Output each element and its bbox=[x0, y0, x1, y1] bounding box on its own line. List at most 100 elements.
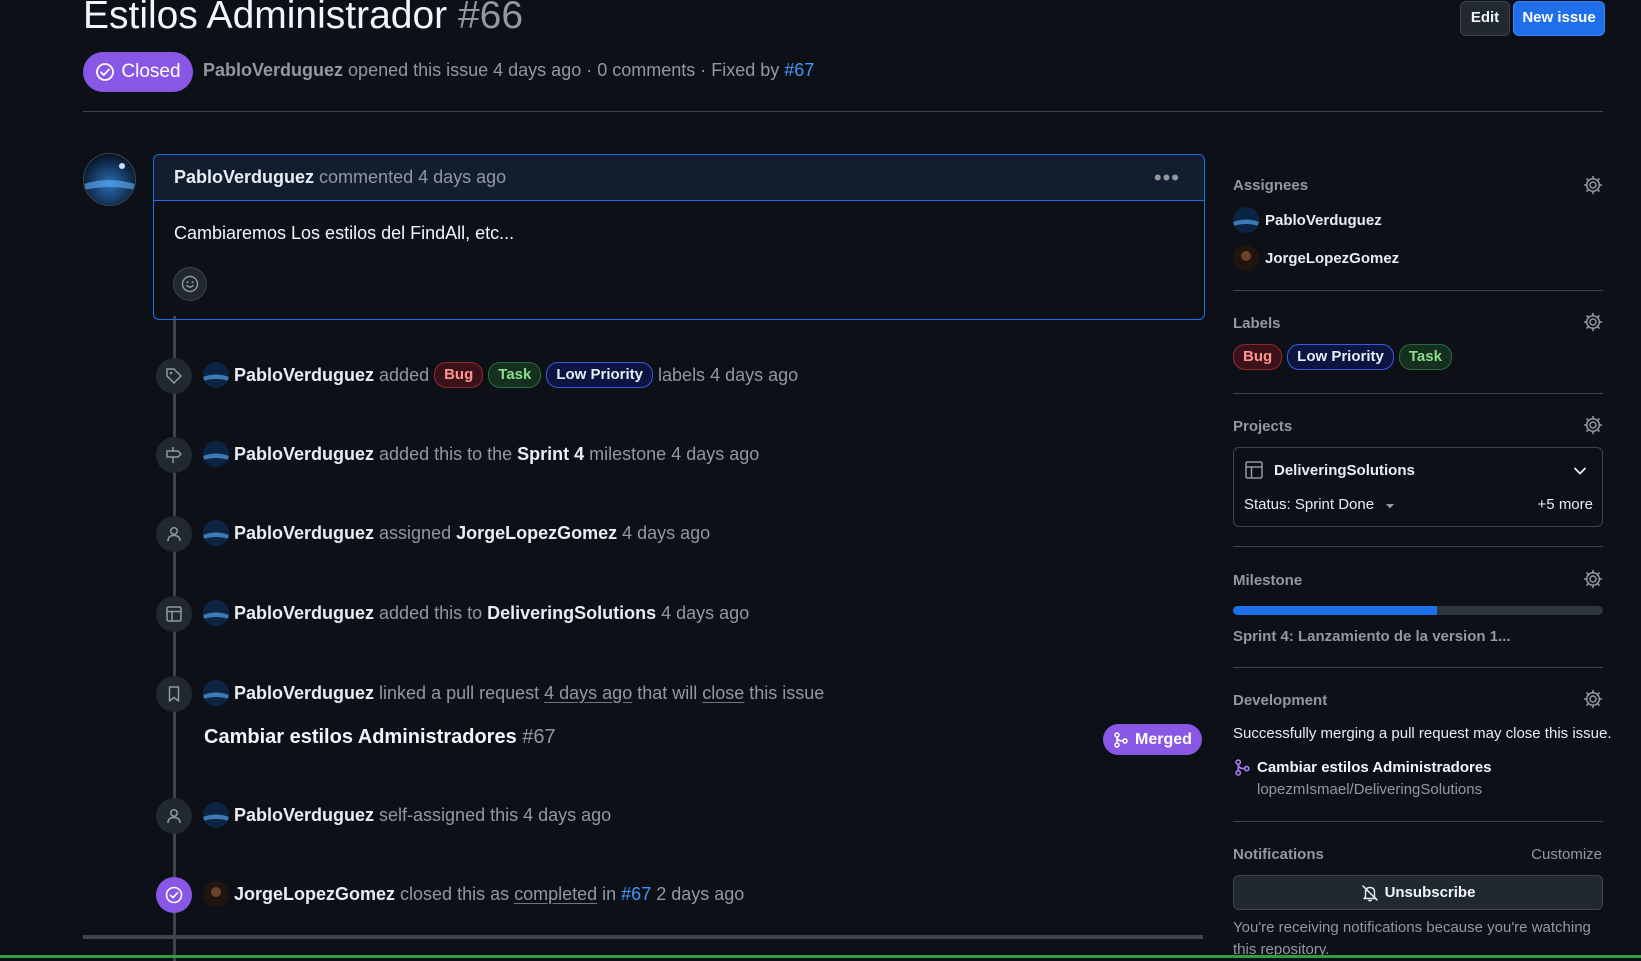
project-link[interactable]: DeliveringSolutions bbox=[487, 603, 656, 624]
avatar bbox=[1233, 245, 1259, 271]
avatar bbox=[1233, 207, 1259, 233]
sidebar-assignee[interactable]: PabloVerduguez bbox=[1233, 207, 1382, 233]
triangle-down-icon[interactable] bbox=[1384, 500, 1396, 512]
event-author-link[interactable]: JorgeLopezGomez bbox=[234, 884, 395, 905]
event-tail: 4 days ago bbox=[622, 522, 711, 543]
milestone-progress-bar bbox=[1233, 606, 1603, 615]
label-bug[interactable]: Bug bbox=[1233, 344, 1283, 370]
gear-icon[interactable] bbox=[1583, 569, 1603, 589]
label-task[interactable]: Task bbox=[1398, 344, 1452, 370]
avatar[interactable] bbox=[203, 441, 229, 467]
milestone-link[interactable]: Sprint 4: Lanzamiento de la version 1... bbox=[1233, 628, 1511, 645]
assignees-heading: Assignees bbox=[1233, 177, 1309, 194]
event-text: assigned bbox=[379, 522, 452, 543]
bookmark-icon bbox=[156, 676, 192, 712]
label-task[interactable]: Task bbox=[488, 362, 542, 388]
milestone-icon bbox=[156, 437, 192, 473]
completed-link[interactable]: completed bbox=[514, 884, 597, 905]
project-status[interactable]: Status: Sprint Done bbox=[1244, 496, 1374, 513]
development-heading: Development bbox=[1233, 692, 1328, 709]
sidebar-divider bbox=[1233, 821, 1603, 822]
assignee-name[interactable]: PabloVerduguez bbox=[1265, 212, 1382, 229]
event-text: closed this as bbox=[400, 883, 510, 904]
sidebar-divider bbox=[1233, 546, 1603, 547]
event-tail: this issue bbox=[749, 682, 825, 703]
comment-header: PabloVerduguez commented 4 days ago ••• bbox=[154, 155, 1204, 201]
event-text: linked a pull request bbox=[379, 682, 540, 703]
event-author-link[interactable]: PabloVerduguez bbox=[234, 365, 374, 386]
comment-timestamp: commented 4 days ago bbox=[319, 167, 507, 187]
table-icon bbox=[1245, 461, 1263, 479]
issue-author-link[interactable]: PabloVerduguez bbox=[203, 60, 343, 80]
gear-icon[interactable] bbox=[1583, 312, 1603, 332]
merged-badge: Merged bbox=[1103, 724, 1202, 755]
merge-icon bbox=[1114, 731, 1128, 748]
avatar[interactable] bbox=[203, 680, 229, 706]
issue-number: #66 bbox=[457, 0, 524, 37]
avatar[interactable] bbox=[83, 153, 136, 206]
chevron-down-icon[interactable] bbox=[1572, 463, 1588, 479]
event-author-link[interactable]: PabloVerduguez bbox=[234, 523, 374, 544]
status-badge-closed: Closed bbox=[83, 52, 193, 92]
sidebar-assignee[interactable]: JorgeLopezGomez bbox=[1233, 245, 1399, 271]
closing-pr-link[interactable]: #67 bbox=[621, 884, 651, 905]
label-low-priority[interactable]: Low Priority bbox=[546, 362, 654, 388]
close-keyword[interactable]: close bbox=[702, 683, 744, 704]
event-project: PabloVerduguez added this to DeliveringS… bbox=[203, 600, 749, 626]
assignee-link[interactable]: JorgeLopezGomez bbox=[456, 523, 617, 544]
check-circle-icon bbox=[96, 63, 115, 81]
fixed-by-link[interactable]: #67 bbox=[784, 60, 814, 80]
edit-button[interactable]: Edit bbox=[1460, 1, 1510, 36]
linked-pr-title-text[interactable]: Cambiar estilos Administradores bbox=[204, 726, 517, 748]
event-author-link[interactable]: PabloVerduguez bbox=[234, 444, 374, 465]
avatar[interactable] bbox=[203, 600, 229, 626]
milestone-progress-fill bbox=[1233, 606, 1437, 615]
unsubscribe-button[interactable]: Unsubscribe bbox=[1233, 875, 1603, 910]
project-card: DeliveringSolutions Status: Sprint Done … bbox=[1233, 447, 1603, 527]
label-bug[interactable]: Bug bbox=[434, 362, 484, 388]
customize-link[interactable]: Customize bbox=[1531, 846, 1602, 863]
avatar[interactable] bbox=[203, 362, 229, 388]
label-low-priority[interactable]: Low Priority bbox=[1287, 344, 1394, 370]
linked-pr-number: #67 bbox=[522, 726, 556, 748]
event-author-link[interactable]: PabloVerduguez bbox=[234, 683, 374, 704]
gear-icon[interactable] bbox=[1583, 175, 1603, 195]
project-name-link[interactable]: DeliveringSolutions bbox=[1274, 462, 1415, 479]
timeline-end-divider bbox=[83, 935, 1203, 939]
new-issue-button[interactable]: New issue bbox=[1513, 1, 1605, 36]
development-hint: Successfully merging a pull request may … bbox=[1233, 725, 1612, 742]
linked-pr-title[interactable]: Cambiar estilos Administradores #67 bbox=[204, 726, 556, 749]
dev-pr-repo[interactable]: lopezmIsmael/DeliveringSolutions bbox=[1257, 781, 1482, 798]
timeline-line bbox=[173, 316, 176, 961]
event-author-link[interactable]: PabloVerduguez bbox=[234, 805, 374, 826]
unsubscribe-label[interactable]: Unsubscribe bbox=[1385, 884, 1476, 901]
project-more-fields[interactable]: +5 more bbox=[1538, 496, 1593, 513]
dev-pr-link[interactable]: Cambiar estilos Administradores bbox=[1257, 759, 1492, 776]
merge-icon bbox=[1235, 759, 1250, 776]
bell-slash-icon bbox=[1361, 884, 1378, 901]
avatar[interactable] bbox=[203, 881, 229, 907]
avatar[interactable] bbox=[203, 520, 229, 546]
event-tail: self-assigned this 4 days ago bbox=[379, 804, 612, 825]
status-badge-label: Closed bbox=[121, 61, 181, 82]
kebab-menu-icon[interactable]: ••• bbox=[1154, 155, 1180, 200]
milestone-link[interactable]: Sprint 4 bbox=[517, 444, 584, 465]
merged-badge-label: Merged bbox=[1135, 730, 1192, 748]
add-reaction-button[interactable] bbox=[173, 267, 207, 301]
sidebar-divider bbox=[1233, 393, 1603, 394]
gear-icon[interactable] bbox=[1583, 689, 1603, 709]
gear-icon[interactable] bbox=[1583, 415, 1603, 435]
issue-title: Estilos Administrador #66 bbox=[83, 0, 523, 38]
smiley-icon bbox=[181, 275, 199, 293]
issue-title-text: Estilos Administrador bbox=[83, 0, 448, 37]
event-author-link[interactable]: PabloVerduguez bbox=[234, 603, 374, 624]
event-milestone: PabloVerduguez added this to the Sprint … bbox=[203, 441, 759, 467]
event-labels: PabloVerduguez added Bug Task Low Priori… bbox=[203, 362, 798, 388]
event-assigned: PabloVerduguez assigned JorgeLopezGomez … bbox=[203, 520, 710, 546]
event-timestamp-link[interactable]: 4 days ago bbox=[544, 683, 632, 704]
avatar[interactable] bbox=[203, 802, 229, 828]
event-text-in: in bbox=[602, 883, 617, 904]
assignee-name[interactable]: JorgeLopezGomez bbox=[1265, 250, 1399, 267]
issue-meta: PabloVerduguez opened this issue 4 days … bbox=[203, 60, 814, 81]
comment-author-link[interactable]: PabloVerduguez bbox=[174, 167, 314, 187]
